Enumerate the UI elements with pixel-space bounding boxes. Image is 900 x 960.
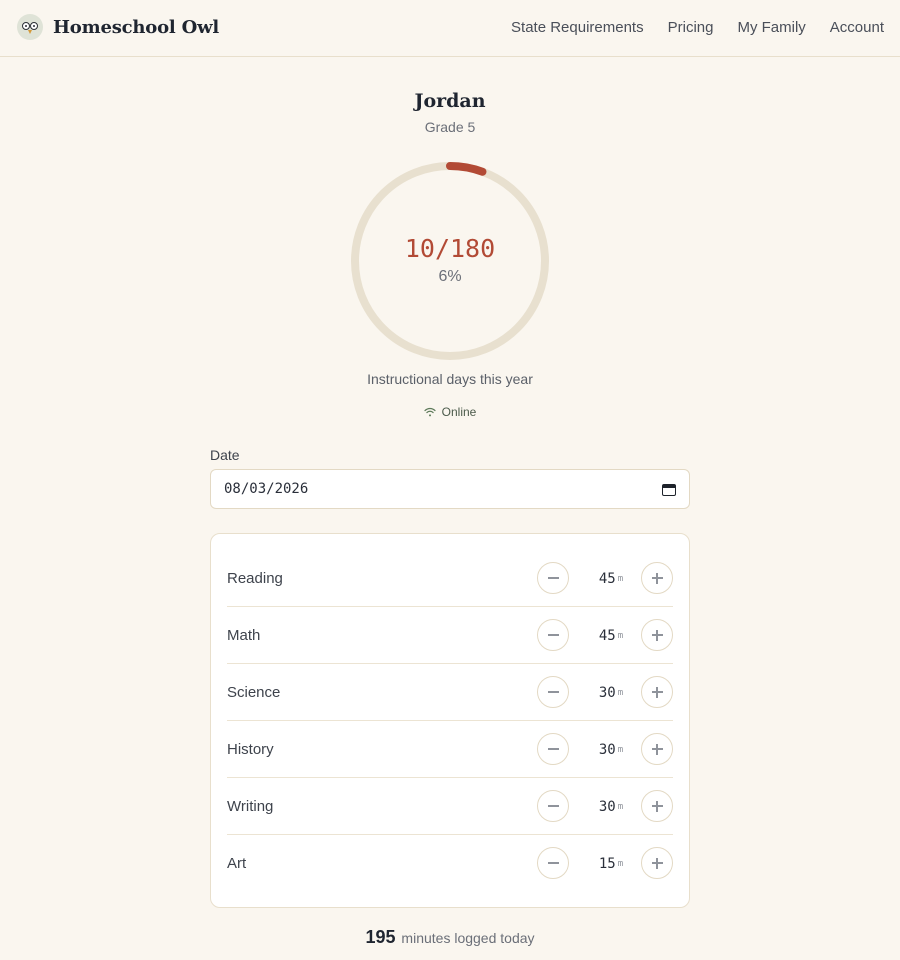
minutes-unit: m xyxy=(617,687,624,698)
minutes-unit: m xyxy=(617,801,624,812)
minutes-value: 30 xyxy=(598,798,616,815)
total-minutes-value: 195 xyxy=(365,927,396,947)
plus-icon xyxy=(651,629,663,641)
decrease-history-button[interactable] xyxy=(537,733,569,765)
minus-icon xyxy=(547,748,559,750)
brand-name: Homeschool Owl xyxy=(53,16,220,38)
minutes-display: 30 m xyxy=(585,778,637,835)
connection-status: Online xyxy=(0,405,900,419)
date-input[interactable]: 08/03/2026 xyxy=(210,469,690,509)
minutes-unit: m xyxy=(617,573,624,584)
plus-icon xyxy=(651,743,663,755)
wifi-icon xyxy=(424,407,436,417)
top-navigation-bar: Homeschool Owl State Requirements Pricin… xyxy=(0,0,900,57)
days-count: 10/180 xyxy=(404,234,496,263)
student-name: Jordan xyxy=(414,90,486,112)
subject-minutes-card: Reading 45 m Math 45 m Science 30 m History… xyxy=(210,533,690,908)
minutes-unit: m xyxy=(617,630,624,641)
plus-icon xyxy=(651,686,663,698)
nav-link-pricing[interactable]: Pricing xyxy=(668,19,714,36)
minutes-unit: m xyxy=(617,744,624,755)
connection-status-text: Online xyxy=(441,405,477,419)
increase-reading-button[interactable] xyxy=(641,562,673,594)
decrease-math-button[interactable] xyxy=(537,619,569,651)
minutes-unit: m xyxy=(617,858,624,869)
increase-art-button[interactable] xyxy=(641,847,673,879)
increase-history-button[interactable] xyxy=(641,733,673,765)
progress-caption: Instructional days this year xyxy=(367,371,533,387)
minus-icon xyxy=(547,862,559,864)
date-label: Date xyxy=(210,447,240,463)
minutes-value: 45 xyxy=(598,627,616,644)
minus-icon xyxy=(547,805,559,807)
minus-icon xyxy=(547,691,559,693)
minutes-display: 30 m xyxy=(585,664,637,721)
daily-total: 195 minutes logged today xyxy=(0,927,900,948)
minus-icon xyxy=(547,577,559,579)
minutes-display: 30 m xyxy=(585,721,637,778)
nav-link-account[interactable]: Account xyxy=(830,19,884,36)
decrease-art-button[interactable] xyxy=(537,847,569,879)
progress-ring: 10/180 6% xyxy=(350,161,550,361)
days-percent: 6% xyxy=(438,268,462,285)
total-minutes-label: minutes logged today xyxy=(401,930,535,946)
subject-row-writing: Writing 30 m xyxy=(227,778,673,835)
minutes-value: 30 xyxy=(598,741,616,758)
calendar-icon[interactable] xyxy=(662,482,676,496)
minutes-value: 30 xyxy=(598,684,616,701)
minutes-display: 15 m xyxy=(585,835,637,892)
minutes-display: 45 m xyxy=(585,550,637,607)
minutes-value: 15 xyxy=(598,855,616,872)
decrease-writing-button[interactable] xyxy=(537,790,569,822)
subject-row-history: History 30 m xyxy=(227,721,673,778)
increase-science-button[interactable] xyxy=(641,676,673,708)
minus-icon xyxy=(547,634,559,636)
student-grade: Grade 5 xyxy=(424,119,476,135)
increase-writing-button[interactable] xyxy=(641,790,673,822)
date-value: 08/03/2026 xyxy=(224,481,309,497)
brand-logo-link[interactable]: Homeschool Owl xyxy=(17,14,219,40)
decrease-reading-button[interactable] xyxy=(537,562,569,594)
minutes-value: 45 xyxy=(598,570,616,587)
minutes-display: 45 m xyxy=(585,607,637,664)
increase-math-button[interactable] xyxy=(641,619,673,651)
plus-icon xyxy=(651,572,663,584)
main-nav: State Requirements Pricing My Family Acc… xyxy=(511,19,884,36)
owl-logo-icon xyxy=(17,14,43,40)
plus-icon xyxy=(651,800,663,812)
decrease-science-button[interactable] xyxy=(537,676,569,708)
nav-link-my-family[interactable]: My Family xyxy=(737,19,805,36)
subject-row-reading: Reading 45 m xyxy=(227,550,673,607)
subject-row-science: Science 30 m xyxy=(227,664,673,721)
nav-link-state-requirements[interactable]: State Requirements xyxy=(511,19,644,36)
subject-row-math: Math 45 m xyxy=(227,607,673,664)
plus-icon xyxy=(651,857,663,869)
subject-row-art: Art 15 m xyxy=(227,835,673,892)
